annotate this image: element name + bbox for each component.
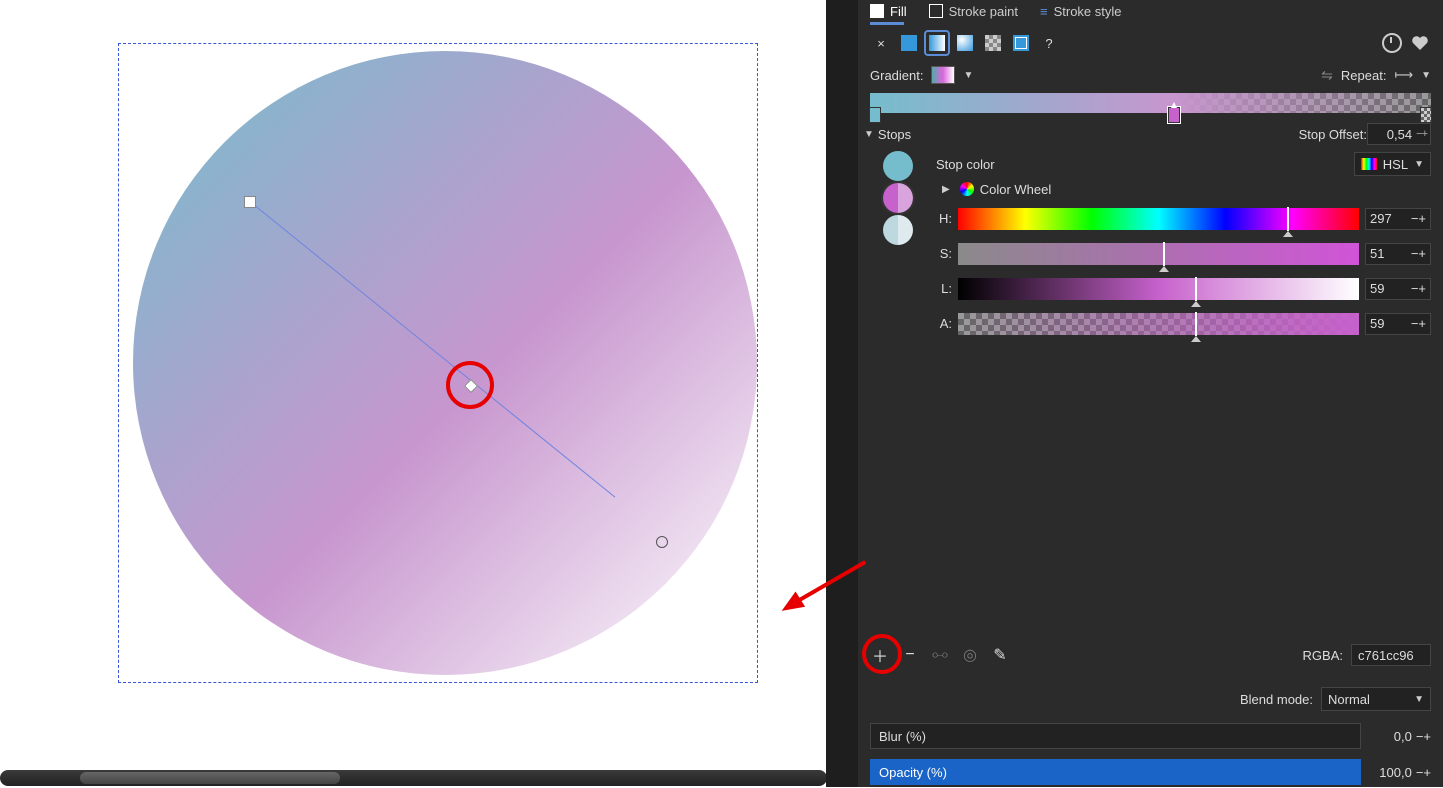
stop-list <box>870 151 926 341</box>
stepper-icon[interactable]: − + <box>1416 128 1426 140</box>
stops-header: Stops <box>878 127 911 142</box>
stepper-icon[interactable]: −+ <box>1416 765 1431 780</box>
stop-swatch-2[interactable] <box>883 215 913 245</box>
history-button[interactable] <box>1381 32 1403 54</box>
h-input[interactable]: 297−+ <box>1365 208 1431 230</box>
close-icon: × <box>877 36 885 51</box>
canvas[interactable] <box>0 0 855 787</box>
horizontal-scrollbar-thumb[interactable] <box>80 772 340 784</box>
stop-swatch-0[interactable] <box>883 151 913 181</box>
stepper-icon[interactable]: −+ <box>1411 246 1426 261</box>
tab-stroke-style-label: Stroke style <box>1054 4 1122 19</box>
paint-pattern-button[interactable] <box>982 32 1004 54</box>
stepper-icon[interactable]: −+ <box>1411 316 1426 331</box>
paint-radial-gradient-button[interactable] <box>954 32 976 54</box>
blur-label: Blur (%) <box>879 729 926 744</box>
paint-none-button[interactable]: × <box>870 32 892 54</box>
l-input[interactable]: 59−+ <box>1365 278 1431 300</box>
horizontal-scrollbar[interactable] <box>0 770 827 786</box>
gradient-preview-bar[interactable] <box>870 93 1431 113</box>
color-wheel-icon <box>960 182 974 196</box>
s-input[interactable]: 51−+ <box>1365 243 1431 265</box>
color-mode-selector[interactable]: HSL ▼ <box>1354 152 1431 176</box>
linear-gradient-icon <box>929 35 945 51</box>
l-label: L: <box>936 281 952 296</box>
color-wheel-label[interactable]: Color Wheel <box>980 182 1052 197</box>
gradient-label: Gradient: <box>870 68 923 83</box>
stop-swatch-1[interactable] <box>883 183 913 213</box>
opacity-slider[interactable]: Opacity (%) <box>870 759 1361 785</box>
blend-mode-value: Normal <box>1328 692 1370 707</box>
stepper-icon[interactable]: −+ <box>1416 729 1431 744</box>
a-input[interactable]: 59−+ <box>1365 313 1431 335</box>
chevron-down-icon[interactable]: ▼ <box>1421 70 1431 81</box>
blend-mode-selector[interactable]: Normal ▼ <box>1321 687 1431 711</box>
pattern-icon <box>985 35 1001 51</box>
tab-stroke-paint[interactable]: Stroke paint <box>929 4 1018 19</box>
chevron-down-icon[interactable]: ▼ <box>864 129 874 140</box>
chevron-right-icon[interactable]: ▶ <box>942 184 950 195</box>
blur-input[interactable]: 0,0−+ <box>1369 729 1431 744</box>
swatch-icon <box>1013 35 1029 51</box>
repeat-none-icon[interactable]: ⟼ <box>1394 67 1413 83</box>
heart-icon <box>1411 34 1429 52</box>
stop-offset-value: 0,54 <box>1387 127 1412 142</box>
l-slider[interactable] <box>958 278 1359 300</box>
a-label: A: <box>936 316 952 331</box>
s-label: S: <box>936 246 952 261</box>
a-slider[interactable] <box>958 313 1359 335</box>
gradient-selector[interactable] <box>931 66 955 84</box>
stepper-icon[interactable]: −+ <box>1411 281 1426 296</box>
paint-swatch-button[interactable] <box>1010 32 1032 54</box>
paint-unknown-button[interactable]: ? <box>1038 32 1060 54</box>
question-icon: ? <box>1045 36 1052 51</box>
flat-color-icon <box>901 35 917 51</box>
chevron-down-icon[interactable]: ▼ <box>963 70 973 81</box>
h-label: H: <box>936 211 952 226</box>
repeat-label: Repeat: <box>1341 68 1387 83</box>
stepper-icon[interactable]: −+ <box>1411 211 1426 226</box>
clock-icon <box>1382 33 1402 53</box>
gradient-start-handle[interactable] <box>244 196 256 208</box>
hue-spectrum-icon <box>1361 158 1377 170</box>
opacity-label: Opacity (%) <box>879 765 947 780</box>
dock-splitter[interactable]: ⋮ ⎋ <box>826 0 858 787</box>
color-mode-value: HSL <box>1383 157 1408 172</box>
chevron-down-icon: ▼ <box>1414 694 1424 705</box>
tab-stroke-paint-label: Stroke paint <box>949 4 1018 19</box>
radial-gradient-icon <box>957 35 973 51</box>
h-slider[interactable] <box>958 208 1359 230</box>
blur-slider[interactable]: Blur (%) <box>870 723 1361 749</box>
gradient-stop-1[interactable] <box>1168 107 1180 123</box>
stop-offset-label: Stop Offset: <box>1299 127 1367 142</box>
stop-offset-input[interactable]: 0,54 − + <box>1367 123 1431 145</box>
blend-mode-label: Blend mode: <box>1240 692 1313 707</box>
tab-stroke-style[interactable]: ≡Stroke style <box>1040 4 1122 19</box>
stop-color-label: Stop color <box>936 157 995 172</box>
opacity-input[interactable]: 100,0−+ <box>1369 765 1431 780</box>
tab-fill-label: Fill <box>890 4 907 19</box>
fill-stroke-panel: Fill Stroke paint ≡Stroke style × ? Grad… <box>858 0 1443 787</box>
tab-fill[interactable]: Fill <box>870 4 907 19</box>
reverse-gradient-icon[interactable]: ⇋ <box>1321 67 1333 84</box>
s-slider[interactable] <box>958 243 1359 265</box>
favorite-button[interactable] <box>1409 32 1431 54</box>
gradient-stop-2[interactable] <box>1420 107 1432 123</box>
rgba-label: RGBA: <box>1303 648 1343 663</box>
gradient-end-handle[interactable] <box>656 536 668 548</box>
paint-flat-button[interactable] <box>898 32 920 54</box>
gradient-stop-0[interactable] <box>869 107 881 123</box>
paint-linear-gradient-button[interactable] <box>926 32 948 54</box>
rgba-input[interactable]: c761cc96 <box>1351 644 1431 666</box>
chevron-down-icon: ▼ <box>1414 159 1424 170</box>
gradient-circle-object[interactable] <box>133 51 757 675</box>
